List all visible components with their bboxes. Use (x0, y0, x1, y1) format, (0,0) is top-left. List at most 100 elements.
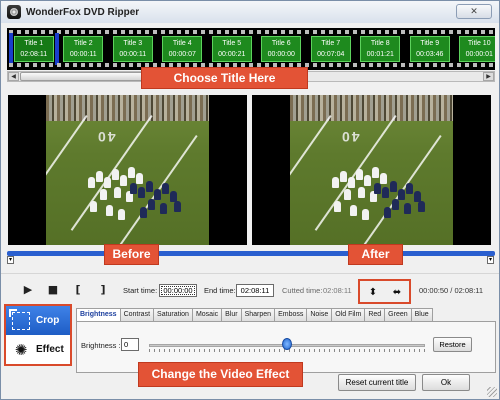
title-item[interactable]: Title 8 00:01:21 (356, 36, 406, 62)
scroll-right-icon[interactable]: ▶ (483, 72, 494, 81)
effect-label: Effect (36, 344, 64, 355)
title-duration: 02:08:11 (20, 51, 48, 58)
title-box[interactable]: Title 8 00:01:21 (360, 36, 401, 62)
effect-tab-mosaic[interactable]: Mosaic (192, 308, 223, 322)
player (120, 175, 127, 186)
title-box[interactable]: Title 2 00:00:11 (63, 36, 104, 62)
title-item[interactable]: Title 2 00:00:11 (59, 36, 109, 62)
player (130, 183, 137, 194)
player (136, 173, 143, 184)
seek-end-marker[interactable]: ▾ (487, 256, 494, 264)
effect-tab-saturation[interactable]: Saturation (154, 308, 193, 322)
title-box[interactable]: Title 7 00:07:04 (310, 36, 351, 62)
seek-bar[interactable] (7, 251, 495, 256)
title-item[interactable]: Title 7 00:07:04 (306, 36, 356, 62)
player (392, 199, 399, 210)
player (340, 171, 347, 182)
player (380, 173, 387, 184)
player (398, 189, 405, 200)
player (362, 209, 369, 220)
ok-button[interactable]: Ok (422, 374, 470, 391)
title-name: Title 3 (123, 40, 143, 47)
title-item[interactable]: Title 10 00:00:01 (455, 36, 495, 62)
title-box[interactable]: Title 4 00:00:07 (162, 36, 203, 62)
title-name: Title 4 (172, 40, 192, 47)
yard-number: 40 (96, 129, 116, 145)
player (114, 187, 121, 198)
close-button[interactable]: ✕ (456, 4, 492, 19)
title-bar: WonderFox DVD Ripper ✕ (1, 1, 499, 23)
flip-vertical-icon[interactable]: ⬍ (366, 285, 380, 299)
player (140, 207, 147, 218)
close-icon: ✕ (470, 6, 478, 17)
brightness-slider-thumb[interactable] (282, 338, 292, 350)
callout-before: Before (104, 244, 159, 265)
title-name: Title 7 (321, 40, 341, 47)
title-name: Title 8 (370, 40, 390, 47)
title-duration: 00:07:04 (317, 51, 345, 58)
effect-tab[interactable]: ✺ Effect (6, 335, 70, 364)
mark-in-icon[interactable]: [ (71, 282, 85, 296)
title-box[interactable]: Title 1 02:08:11 (13, 36, 54, 62)
title-item[interactable]: Title 5 00:00:21 (207, 36, 257, 62)
player (390, 181, 397, 192)
title-duration: 00:00:07 (168, 51, 196, 58)
title-box[interactable]: Title 6 00:00:00 (261, 36, 302, 62)
resize-grip-icon[interactable] (487, 387, 497, 397)
preview-after: 40 (252, 95, 491, 245)
effect-sparkle-icon: ✺ (14, 340, 28, 359)
player (418, 201, 425, 212)
effect-tab-emboss[interactable]: Emboss (275, 308, 308, 322)
flip-horizontal-icon[interactable]: ⬌ (390, 285, 404, 299)
player (350, 205, 357, 216)
effect-tab-sharpen[interactable]: Sharpen (241, 308, 276, 322)
players-group (322, 157, 432, 227)
effect-tab-red[interactable]: Red (365, 308, 386, 322)
reset-current-title-button[interactable]: Reset current title (338, 374, 416, 391)
title-filmstrip: Title 1 02:08:11 Title 2 00:00:11 Title 3 00:… (7, 28, 495, 70)
title-item[interactable]: Title 6 00:00:00 (257, 36, 307, 62)
brightness-input[interactable]: 0 (121, 338, 139, 351)
player (406, 183, 413, 194)
end-time-input[interactable]: 02:08:11 (236, 284, 274, 297)
effect-tab-blur[interactable]: Blur (222, 308, 242, 322)
scroll-left-icon[interactable]: ◀ (8, 72, 19, 81)
title-duration: 00:00:00 (267, 51, 295, 58)
title-item[interactable]: Title 3 00:00:11 (108, 36, 158, 62)
effect-tab-old-film[interactable]: Old Film (332, 308, 366, 322)
player (138, 187, 145, 198)
yard-number: 40 (340, 129, 360, 145)
stop-icon[interactable]: ■ (46, 282, 60, 296)
title-item[interactable]: Title 4 00:00:07 (158, 36, 208, 62)
window-title: WonderFox DVD Ripper (26, 6, 140, 18)
player (128, 167, 135, 178)
mark-out-icon[interactable]: ] (96, 282, 110, 296)
title-item[interactable]: Title 9 00:03:46 (405, 36, 455, 62)
crop-tab[interactable]: Crop (6, 306, 70, 335)
player (118, 209, 125, 220)
restore-button[interactable]: Restore (433, 337, 472, 352)
player (148, 199, 155, 210)
effect-tab-blue[interactable]: Blue (411, 308, 433, 322)
seek-start-marker[interactable]: ▾ (7, 256, 14, 264)
player (334, 201, 341, 212)
title-box[interactable]: Title 5 00:00:21 (211, 36, 252, 62)
player (154, 189, 161, 200)
title-box[interactable]: Title 3 00:00:11 (112, 36, 153, 62)
effect-tab-noise[interactable]: Noise (307, 308, 333, 322)
title-item[interactable]: Title 1 02:08:11 (9, 33, 59, 65)
player (382, 187, 389, 198)
callout-after: After (348, 244, 403, 265)
players-group (78, 157, 188, 227)
callout-choose-title: Choose Title Here (141, 67, 308, 89)
start-time-input[interactable]: 00:00:00 (159, 284, 197, 297)
title-box[interactable]: Title 9 00:03:46 (409, 36, 450, 62)
title-box[interactable]: Title 10 00:00:01 (459, 36, 495, 62)
title-name: Title 2 (73, 40, 93, 47)
filmstrip-perforations-top (7, 30, 495, 35)
effect-tab-contrast[interactable]: Contrast (120, 308, 155, 322)
player (162, 183, 169, 194)
play-icon[interactable]: ▶ (21, 282, 35, 296)
player (364, 175, 371, 186)
effect-tab-green[interactable]: Green (385, 308, 412, 322)
